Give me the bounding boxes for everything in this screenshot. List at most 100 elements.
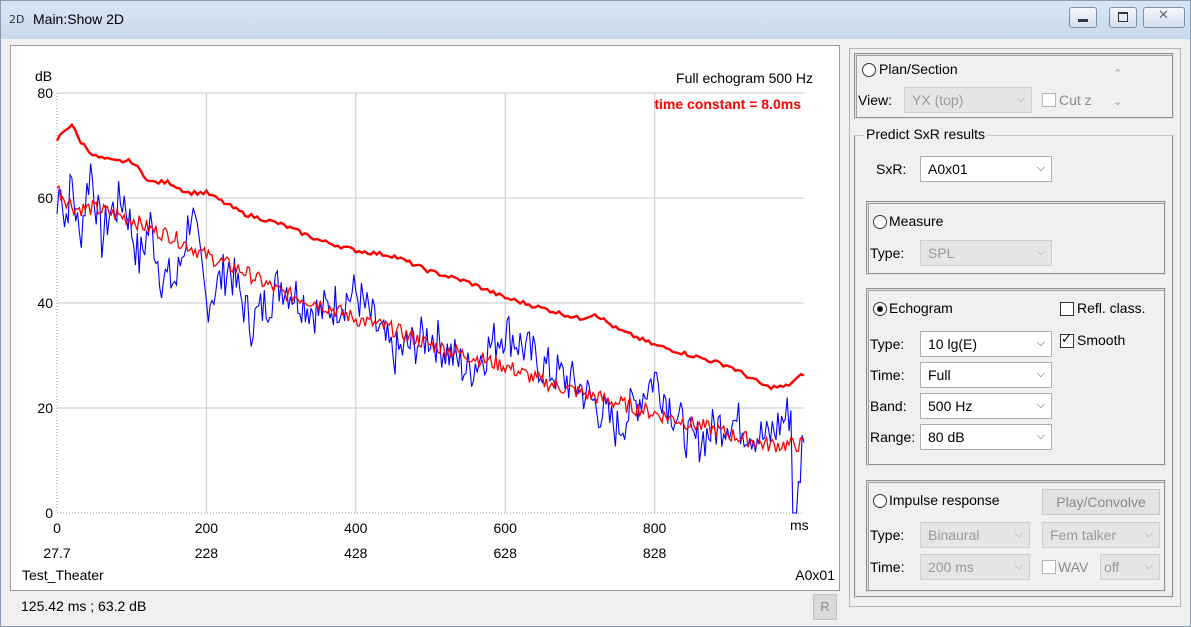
plan-section-radio[interactable] bbox=[862, 63, 876, 77]
main-window: 2D Main:Show 2D ✕ 0 27.7 200 228 400 428 600 62… bbox=[0, 0, 1191, 627]
play-convolve-button[interactable]: Play/Convolve bbox=[1042, 489, 1160, 515]
y-tick-label: 60 bbox=[37, 190, 53, 206]
window-title: Main:Show 2D bbox=[33, 11, 125, 27]
series-line-2 bbox=[56, 163, 805, 514]
echogram-chart: 027.7200228400428600628800828806040200 d… bbox=[22, 68, 835, 583]
restore-icon bbox=[1118, 12, 1128, 22]
chevron-down-icon: ⌵ bbox=[1014, 559, 1023, 572]
impulse-time-label: Time: bbox=[870, 559, 905, 575]
x-tick-label-secondary: 428 bbox=[344, 545, 368, 561]
chevron-down-icon: ⌵ bbox=[1036, 336, 1045, 349]
chevron-down-icon: ⌵ bbox=[1036, 367, 1045, 380]
series-line-1 bbox=[56, 184, 805, 453]
close-button[interactable]: ✕ bbox=[1143, 7, 1185, 28]
minimize-icon bbox=[1078, 19, 1088, 22]
refl-class-label: Refl. class. bbox=[1077, 300, 1146, 316]
refl-class-checkbox[interactable] bbox=[1060, 302, 1074, 316]
echo-type-value: 10 lg(E) bbox=[928, 336, 978, 352]
close-icon: ✕ bbox=[1158, 8, 1169, 23]
impulse-type-select[interactable]: Binaural ⌵ bbox=[920, 522, 1030, 548]
plot-title: Full echogram 500 Hz bbox=[676, 70, 813, 86]
x-tick-label-secondary: 27.7 bbox=[43, 545, 70, 561]
sxr-select[interactable]: A0x01 ⌵ bbox=[920, 156, 1052, 182]
measure-radio-label: Measure bbox=[889, 213, 944, 229]
x-unit-label: ms bbox=[790, 517, 809, 533]
chevron-down-icon: ⌵ bbox=[1144, 559, 1153, 572]
wav-select[interactable]: off ⌵ bbox=[1100, 554, 1160, 580]
app-2d-icon: 2D bbox=[9, 13, 25, 26]
impulse-label: Impulse response bbox=[889, 492, 1000, 508]
scroll-down-icon[interactable]: ⌄ bbox=[1113, 95, 1122, 108]
x-tick-label: 400 bbox=[344, 520, 368, 536]
y-unit-label: dB bbox=[35, 68, 52, 84]
cut-z-checkbox[interactable] bbox=[1042, 93, 1056, 107]
echo-band-select[interactable]: 500 Hz ⌵ bbox=[920, 393, 1052, 419]
echo-time-select[interactable]: Full ⌵ bbox=[920, 362, 1052, 388]
echo-type-select[interactable]: 10 lg(E) ⌵ bbox=[920, 331, 1052, 357]
measure-type-label: Type: bbox=[870, 245, 905, 261]
y-tick-label: 0 bbox=[45, 505, 53, 521]
talker-select[interactable]: Fem talker ⌵ bbox=[1042, 522, 1160, 548]
echogram-radio[interactable] bbox=[873, 302, 887, 316]
impulse-type-label: Type: bbox=[870, 527, 905, 543]
predict-group: Predict SxR results SxR: A0x01 ⌵ Measure… bbox=[854, 126, 1174, 598]
x-tick-label-secondary: 228 bbox=[195, 545, 219, 561]
echo-band-label: Band: bbox=[870, 398, 907, 414]
cursor-readout: 125.42 ms ; 63.2 dB bbox=[21, 598, 147, 614]
chevron-down-icon: ⌵ bbox=[1036, 161, 1045, 174]
smooth-checkbox[interactable] bbox=[1060, 332, 1074, 348]
bottom-left-label: Test_Theater bbox=[22, 567, 104, 583]
title-bar[interactable]: 2D Main:Show 2D ✕ bbox=[1, 1, 1190, 39]
maximize-button[interactable] bbox=[1109, 7, 1137, 28]
r-button[interactable]: R bbox=[813, 594, 837, 620]
chevron-down-icon: ⌵ bbox=[1014, 527, 1023, 540]
echogram-group: Echogram Refl. class. Smooth Type: 10 lg… bbox=[866, 288, 1166, 466]
x-tick-label: 600 bbox=[494, 520, 518, 536]
wav-label: WAV bbox=[1058, 559, 1089, 575]
measure-group: Measure Type: SPL ⌵ bbox=[866, 201, 1166, 275]
chevron-down-icon: ⌵ bbox=[1036, 245, 1045, 258]
impulse-radio[interactable] bbox=[873, 494, 887, 508]
cut-z-label: Cut z bbox=[1059, 92, 1092, 108]
echo-type-label: Type: bbox=[870, 336, 905, 352]
x-tick-label: 800 bbox=[643, 520, 667, 536]
y-tick-label: 80 bbox=[37, 85, 53, 101]
sxr-value: A0x01 bbox=[928, 161, 968, 177]
x-tick-label: 0 bbox=[53, 520, 61, 536]
impulse-time-value: 200 ms bbox=[928, 559, 974, 575]
measure-type-value: SPL bbox=[928, 245, 955, 261]
plan-section-group: Plan/Section View: YX (top) ⌵ Cut z ⌃ ⌄ bbox=[854, 53, 1174, 119]
control-panel: Plan/Section View: YX (top) ⌵ Cut z ⌃ ⌄ … bbox=[849, 48, 1181, 607]
x-tick-label-secondary: 828 bbox=[643, 545, 667, 561]
echogram-label: Echogram bbox=[889, 300, 953, 316]
measure-type-select[interactable]: SPL ⌵ bbox=[920, 240, 1052, 266]
smooth-label: Smooth bbox=[1077, 332, 1126, 348]
echogram-plot[interactable]: 0 27.7 200 228 400 428 600 628 800 828 80 60 40 20 0 d… bbox=[10, 45, 840, 591]
impulse-group: Impulse response Play/Convolve Type: Bin… bbox=[866, 480, 1166, 592]
chevron-down-icon: ⌵ bbox=[1036, 429, 1045, 442]
echo-range-label: Range: bbox=[870, 429, 916, 445]
predict-group-title: Predict SxR results bbox=[864, 126, 988, 142]
y-tick-label: 20 bbox=[37, 400, 53, 416]
y-tick-label: 40 bbox=[37, 295, 53, 311]
bottom-right-label: A0x01 bbox=[795, 567, 835, 583]
x-tick-label-secondary: 628 bbox=[494, 545, 518, 561]
wav-checkbox[interactable] bbox=[1042, 560, 1056, 574]
view-label: View: bbox=[858, 92, 892, 108]
minimize-button[interactable] bbox=[1069, 7, 1097, 28]
impulse-time-select[interactable]: 200 ms ⌵ bbox=[920, 554, 1030, 580]
echo-band-value: 500 Hz bbox=[928, 398, 973, 414]
plot-subtitle: time constant = 8.0ms bbox=[654, 96, 801, 112]
chevron-down-icon: ⌵ bbox=[1036, 398, 1045, 411]
view-select[interactable]: YX (top) ⌵ bbox=[904, 87, 1032, 113]
echo-time-value: Full bbox=[928, 367, 951, 383]
measure-radio[interactable] bbox=[873, 215, 887, 229]
sxr-label: SxR: bbox=[876, 161, 907, 177]
scroll-up-icon[interactable]: ⌃ bbox=[1113, 67, 1122, 80]
x-tick-label: 200 bbox=[195, 520, 219, 536]
chevron-down-icon: ⌵ bbox=[1016, 92, 1025, 105]
plan-section-label: Plan/Section bbox=[879, 61, 958, 77]
echo-range-select[interactable]: 80 dB ⌵ bbox=[920, 424, 1052, 450]
talker-value: Fem talker bbox=[1050, 527, 1117, 543]
chevron-down-icon: ⌵ bbox=[1144, 527, 1153, 540]
